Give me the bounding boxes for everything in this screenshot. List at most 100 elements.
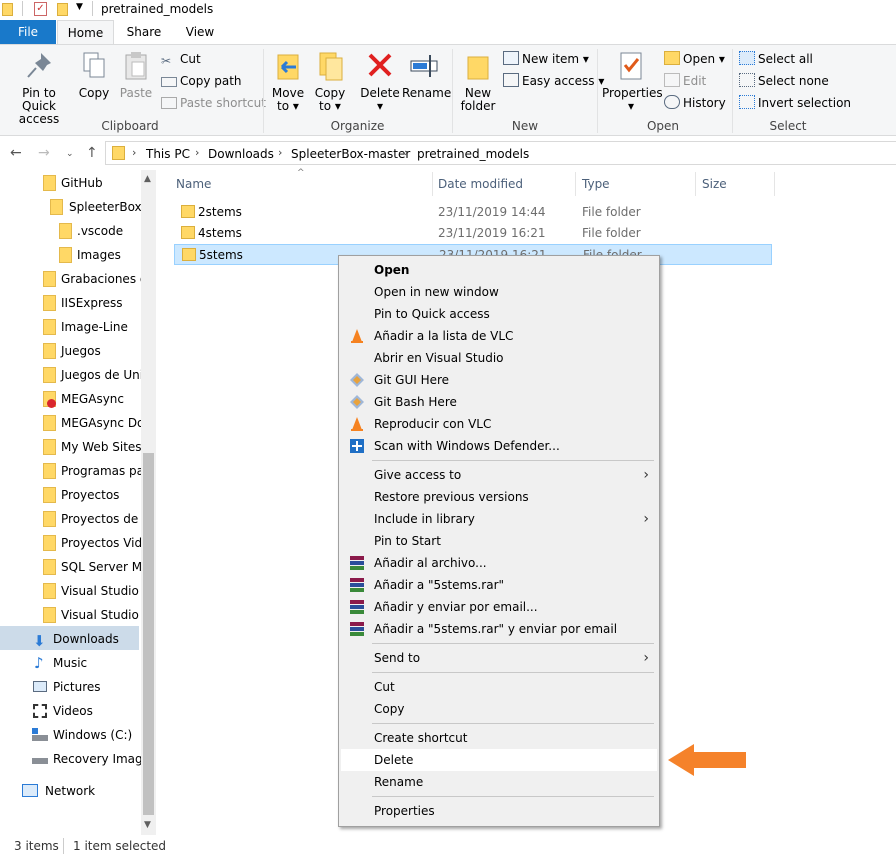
column-header-date[interactable]: Date modified [438, 177, 523, 191]
menu-item-pin-start[interactable]: Pin to Start [341, 530, 657, 552]
menu-item-properties[interactable]: Properties [341, 800, 657, 822]
nav-item-megasync-downloads[interactable]: MEGAsync Dow [0, 411, 154, 435]
menu-item-create-shortcut[interactable]: Create shortcut [341, 727, 657, 749]
nav-item-megasync[interactable]: MEGAsync [0, 387, 139, 411]
copy-to-button[interactable]: Copy to ▾ [312, 49, 348, 113]
menu-item-scan-defender[interactable]: Scan with Windows Defender... [341, 435, 657, 457]
column-divider[interactable] [432, 172, 433, 196]
chevron-right-icon[interactable]: › [278, 146, 282, 159]
nav-item-pictures[interactable]: Pictures [0, 675, 139, 699]
paste-shortcut-button[interactable]: Paste shortcut [161, 93, 266, 113]
nav-item-proyectos[interactable]: Proyectos [0, 483, 139, 507]
recent-locations-chevron-icon[interactable]: ⌄ [66, 149, 74, 159]
nav-item-recovery-image[interactable]: Recovery Image [0, 747, 150, 771]
nav-item-juegos[interactable]: Juegos [0, 339, 139, 363]
paste-button[interactable]: Paste [116, 49, 156, 100]
scrollbar-thumb[interactable] [143, 453, 154, 815]
column-header-type[interactable]: Type [582, 177, 610, 191]
column-divider[interactable] [575, 172, 576, 196]
tab-share[interactable]: Share [118, 20, 170, 44]
breadcrumb-this-pc[interactable]: This PC [146, 147, 190, 161]
breadcrumb-spleeterbox-master[interactable]: SpleeterBox-master [291, 147, 410, 161]
breadcrumb-downloads[interactable]: Downloads [208, 147, 274, 161]
column-header-name[interactable]: Name [176, 177, 211, 191]
menu-item-give-access[interactable]: Give access to › [341, 464, 657, 486]
menu-item-add-vlc-list[interactable]: Añadir a la lista de VLC [341, 325, 657, 347]
nav-scrollbar[interactable]: ▲ ▼ [141, 170, 156, 835]
menu-item-delete[interactable]: Delete [341, 749, 657, 771]
cut-button[interactable]: ✂ Cut [161, 49, 201, 69]
select-none-button[interactable]: Select none [739, 71, 829, 91]
column-header-size[interactable]: Size [702, 177, 727, 191]
column-divider[interactable] [774, 172, 775, 196]
nav-item-grabaciones[interactable]: Grabaciones de [0, 267, 155, 291]
nav-item-proyectos-video[interactable]: Proyectos Vide [0, 531, 150, 555]
chevron-right-icon[interactable]: › [404, 146, 408, 159]
file-row[interactable]: 4stems 23/11/2019 16:21 File folder [174, 223, 772, 244]
tab-file[interactable]: File [0, 20, 56, 44]
nav-item-juegos-de-unity[interactable]: Juegos de Unity [0, 363, 155, 387]
menu-item-git-bash[interactable]: Git Bash Here [341, 391, 657, 413]
nav-item-network[interactable]: Network [0, 779, 139, 803]
properties-button[interactable]: Properties ▾ [602, 49, 663, 113]
copy-path-button[interactable]: Copy path [161, 71, 242, 91]
breadcrumb-pretrained-models[interactable]: pretrained_models [417, 147, 529, 161]
nav-item-sql-server[interactable]: SQL Server Mar [0, 555, 154, 579]
nav-item-visual-studio-2[interactable]: Visual Studio 2 [0, 603, 150, 627]
new-folder-button[interactable]: New folder [458, 49, 498, 113]
nav-item-music[interactable]: ♪ Music [0, 651, 139, 675]
menu-item-cut[interactable]: Cut [341, 676, 657, 698]
menu-item-restore-versions[interactable]: Restore previous versions [341, 486, 657, 508]
column-divider[interactable] [695, 172, 696, 196]
chevron-right-icon[interactable]: › [195, 146, 199, 159]
copy-button[interactable]: Copy [76, 49, 112, 100]
scroll-down-icon[interactable]: ▼ [144, 820, 151, 830]
nav-item-spleeterbox[interactable]: SpleeterBox [0, 195, 142, 219]
menu-item-open-visual-studio[interactable]: Abrir en Visual Studio [341, 347, 657, 369]
nav-item-iisexpress[interactable]: IISExpress [0, 291, 139, 315]
menu-item-add-archive[interactable]: Añadir al archivo... [341, 552, 657, 574]
menu-item-add-rar[interactable]: Añadir a "5stems.rar" [341, 574, 657, 596]
pin-to-quick-access-button[interactable]: Pin to Quick access [4, 49, 74, 126]
menu-item-git-gui[interactable]: Git GUI Here [341, 369, 657, 391]
nav-item-programas[interactable]: Programas para [0, 459, 156, 483]
nav-item-videos[interactable]: Videos [0, 699, 139, 723]
menu-item-open[interactable]: Open [341, 259, 657, 281]
menu-item-add-email[interactable]: Añadir y enviar por email... [341, 596, 657, 618]
file-row[interactable]: 2stems 23/11/2019 14:44 File folder [174, 202, 772, 223]
scroll-up-icon[interactable]: ▲ [144, 174, 151, 184]
history-button[interactable]: History [664, 93, 726, 113]
menu-item-include-library[interactable]: Include in library › [341, 508, 657, 530]
nav-item-vscode[interactable]: .vscode [0, 219, 139, 243]
menu-item-open-new-window[interactable]: Open in new window [341, 281, 657, 303]
menu-item-copy[interactable]: Copy [341, 698, 657, 720]
customize-quick-access-icon[interactable]: ▼ [76, 2, 83, 12]
tab-home[interactable]: Home [57, 20, 114, 44]
nav-item-visual-studio-1[interactable]: Visual Studio 2 [0, 579, 150, 603]
nav-item-images[interactable]: Images [0, 243, 139, 267]
nav-item-proyectos-de[interactable]: Proyectos de s [0, 507, 148, 531]
new-item-button[interactable]: New item ▾ [503, 49, 589, 69]
move-to-button[interactable]: Move to ▾ [270, 49, 306, 113]
menu-item-send-to[interactable]: Send to › [341, 647, 657, 669]
back-arrow-icon[interactable]: ← [10, 145, 22, 161]
new-folder-quick-icon[interactable] [57, 3, 68, 16]
forward-arrow-icon[interactable]: → [38, 145, 50, 161]
edit-button[interactable]: Edit [664, 71, 706, 91]
tab-view[interactable]: View [175, 20, 225, 44]
nav-item-windows-c[interactable]: Windows (C:) [0, 723, 139, 747]
menu-item-pin-quick-access[interactable]: Pin to Quick access [341, 303, 657, 325]
select-all-button[interactable]: Select all [739, 49, 813, 69]
easy-access-button[interactable]: Easy access ▾ [503, 71, 604, 91]
address-box[interactable]: › This PC › Downloads › SpleeterBox-mast… [105, 141, 896, 165]
up-arrow-icon[interactable]: ↑ [86, 145, 98, 161]
rename-button[interactable]: Rename [402, 49, 451, 100]
properties-quick-icon[interactable]: ✓ [34, 2, 47, 16]
nav-item-image-line[interactable]: Image-Line [0, 315, 139, 339]
menu-item-add-rar-email[interactable]: Añadir a "5stems.rar" y enviar por email [341, 618, 657, 640]
nav-item-downloads[interactable]: ⬇ Downloads [0, 627, 139, 651]
chevron-right-icon[interactable]: › [132, 146, 136, 159]
invert-selection-button[interactable]: Invert selection [739, 93, 851, 113]
delete-button[interactable]: Delete ▾ [360, 49, 400, 113]
menu-item-play-vlc[interactable]: Reproducir con VLC [341, 413, 657, 435]
